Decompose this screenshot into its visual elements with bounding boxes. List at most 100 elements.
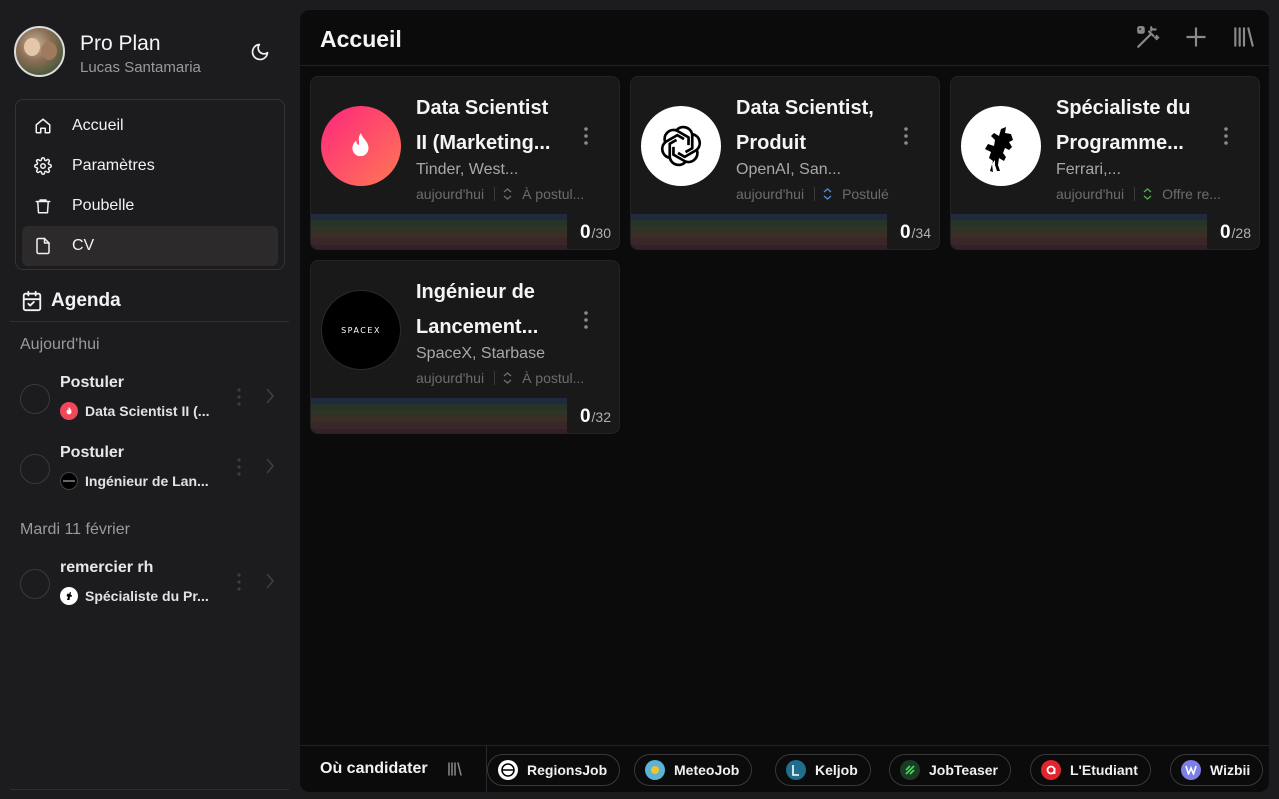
main-panel: Accueil Data Scientist II (Marketing... …: [300, 10, 1269, 792]
nav-item-poubelle[interactable]: Poubelle: [22, 186, 278, 226]
site-pill-keljob[interactable]: Keljob: [775, 754, 871, 786]
avatar[interactable]: [14, 26, 65, 77]
task-job: Data Scientist II (...: [60, 402, 209, 420]
more-vertical-icon[interactable]: [1224, 127, 1228, 145]
library-icon[interactable]: [1231, 24, 1257, 50]
letudiant-icon: [1041, 760, 1061, 780]
job-card[interactable]: SPACEX Ingénieur de Lancement... SpaceX,…: [310, 260, 620, 434]
home-icon: [35, 118, 51, 134]
job-meta: aujourd'hui Offre re...: [1056, 185, 1251, 203]
site-pill-meteojob[interactable]: MeteoJob: [634, 754, 753, 786]
progress-stripes: [631, 214, 887, 249]
tinder-icon: [60, 402, 78, 420]
status-chevron-icon[interactable]: [503, 188, 512, 200]
agenda-header: Agenda: [21, 289, 291, 313]
job-company: Ferrari,...: [1056, 161, 1121, 178]
agenda-task[interactable]: remercier rh Spécialiste du Pr...: [20, 559, 280, 611]
job-status[interactable]: Offre re...: [1162, 186, 1221, 202]
job-score: 0/28: [1219, 221, 1251, 243]
site-label: MeteoJob: [674, 762, 740, 778]
job-meta: aujourd'hui Postulé: [736, 185, 931, 203]
agenda-divider: [10, 321, 289, 322]
job-score: 0/34: [899, 221, 931, 243]
more-vertical-icon[interactable]: [904, 127, 908, 145]
job-meta: aujourd'hui À postul...: [416, 185, 611, 203]
job-title: Ingénieur de Lancement...: [416, 281, 539, 338]
trash-icon: [35, 199, 51, 214]
status-chevron-icon[interactable]: [503, 372, 512, 384]
job-card[interactable]: Data Scientist II (Marketing... Tinder, …: [310, 76, 620, 250]
site-pill-regionsjob[interactable]: RegionsJob: [487, 754, 621, 786]
agenda-day-label: Mardi 11 février: [20, 521, 130, 538]
agenda-task[interactable]: Postuler Data Scientist II (...: [20, 374, 280, 426]
task-title: Postuler: [60, 444, 125, 461]
nav-item-label: CV: [72, 237, 95, 254]
keljob-icon: [786, 760, 806, 780]
progress-stripes: [951, 214, 1207, 249]
nav-item-cv[interactable]: CV: [22, 226, 278, 266]
spacex-logo: SPACEX: [321, 290, 401, 370]
progress-stripes: [311, 398, 567, 433]
nav-item-parametres[interactable]: Paramètres: [22, 146, 278, 186]
job-company: SpaceX, Starbase: [416, 345, 545, 362]
moon-icon[interactable]: [250, 42, 270, 62]
document-icon: [36, 237, 50, 255]
site-pill-jobteaser[interactable]: JobTeaser: [889, 754, 1011, 786]
more-vertical-icon[interactable]: [584, 127, 588, 145]
chevron-right-icon[interactable]: [266, 388, 274, 404]
task-checkbox[interactable]: [20, 454, 50, 484]
more-vertical-icon[interactable]: [237, 573, 241, 591]
chevron-right-icon[interactable]: [266, 458, 274, 474]
job-score: 0/30: [579, 221, 611, 243]
chevron-right-icon[interactable]: [266, 573, 274, 589]
nav-item-label: Paramètres: [72, 157, 155, 174]
nav-item-accueil[interactable]: Accueil: [22, 106, 278, 146]
site-pill-letudiant[interactable]: L'Etudiant: [1030, 754, 1151, 786]
sidebar: Pro Plan Lucas Santamaria Accueil Paramè…: [0, 0, 300, 799]
job-title: Spécialiste du Programme...: [1056, 97, 1191, 154]
site-pill-wizbii[interactable]: Wizbii: [1170, 754, 1264, 786]
job-status[interactable]: À postul...: [522, 186, 584, 202]
task-job-label: Ingénieur de Lan...: [85, 473, 209, 489]
nav-item-label: Poubelle: [72, 197, 135, 214]
task-job: Spécialiste du Pr...: [60, 587, 209, 605]
job-title: Data Scientist II (Marketing...: [416, 97, 551, 154]
regionsjob-icon: [498, 760, 518, 780]
tinder-logo: [321, 106, 401, 186]
profile-plan: Pro Plan: [80, 32, 161, 55]
job-date: aujourd'hui: [416, 186, 485, 202]
task-checkbox[interactable]: [20, 384, 50, 414]
status-chevron-icon[interactable]: [1143, 188, 1152, 200]
page-title: Accueil: [320, 26, 402, 52]
progress-stripes: [311, 214, 567, 249]
ferrari-logo: [961, 106, 1041, 186]
library-icon[interactable]: [446, 760, 464, 778]
job-card[interactable]: Data Scientist, Produit OpenAI, San... a…: [630, 76, 940, 250]
task-title: Postuler: [60, 374, 125, 391]
task-job-label: Data Scientist II (...: [85, 403, 210, 419]
status-chevron-icon[interactable]: [823, 188, 832, 200]
task-title: remercier rh: [60, 559, 154, 576]
ferrari-icon: [60, 587, 78, 605]
magic-wand-icon[interactable]: [1135, 24, 1161, 50]
task-job-label: Spécialiste du Pr...: [85, 588, 209, 604]
more-vertical-icon[interactable]: [237, 388, 241, 406]
calendar-icon: [22, 290, 42, 312]
job-date: aujourd'hui: [736, 186, 805, 202]
wizbii-icon: [1181, 760, 1201, 780]
more-vertical-icon[interactable]: [584, 311, 588, 329]
more-vertical-icon[interactable]: [237, 458, 241, 476]
job-status[interactable]: Postulé: [842, 186, 889, 202]
job-score: 0/32: [579, 405, 611, 427]
task-checkbox[interactable]: [20, 569, 50, 599]
site-label: JobTeaser: [929, 762, 998, 778]
plus-icon[interactable]: [1183, 24, 1209, 50]
job-card[interactable]: Spécialiste du Programme... Ferrari,... …: [950, 76, 1260, 250]
profile-header[interactable]: Pro Plan Lucas Santamaria: [14, 26, 294, 80]
agenda-task[interactable]: Postuler Ingénieur de Lan...: [20, 444, 280, 496]
header-divider: [300, 65, 1269, 66]
job-status[interactable]: À postul...: [522, 370, 584, 386]
job-company: Tinder, West...: [416, 161, 519, 178]
agenda-title: Agenda: [51, 290, 121, 311]
site-label: Wizbii: [1210, 762, 1251, 778]
